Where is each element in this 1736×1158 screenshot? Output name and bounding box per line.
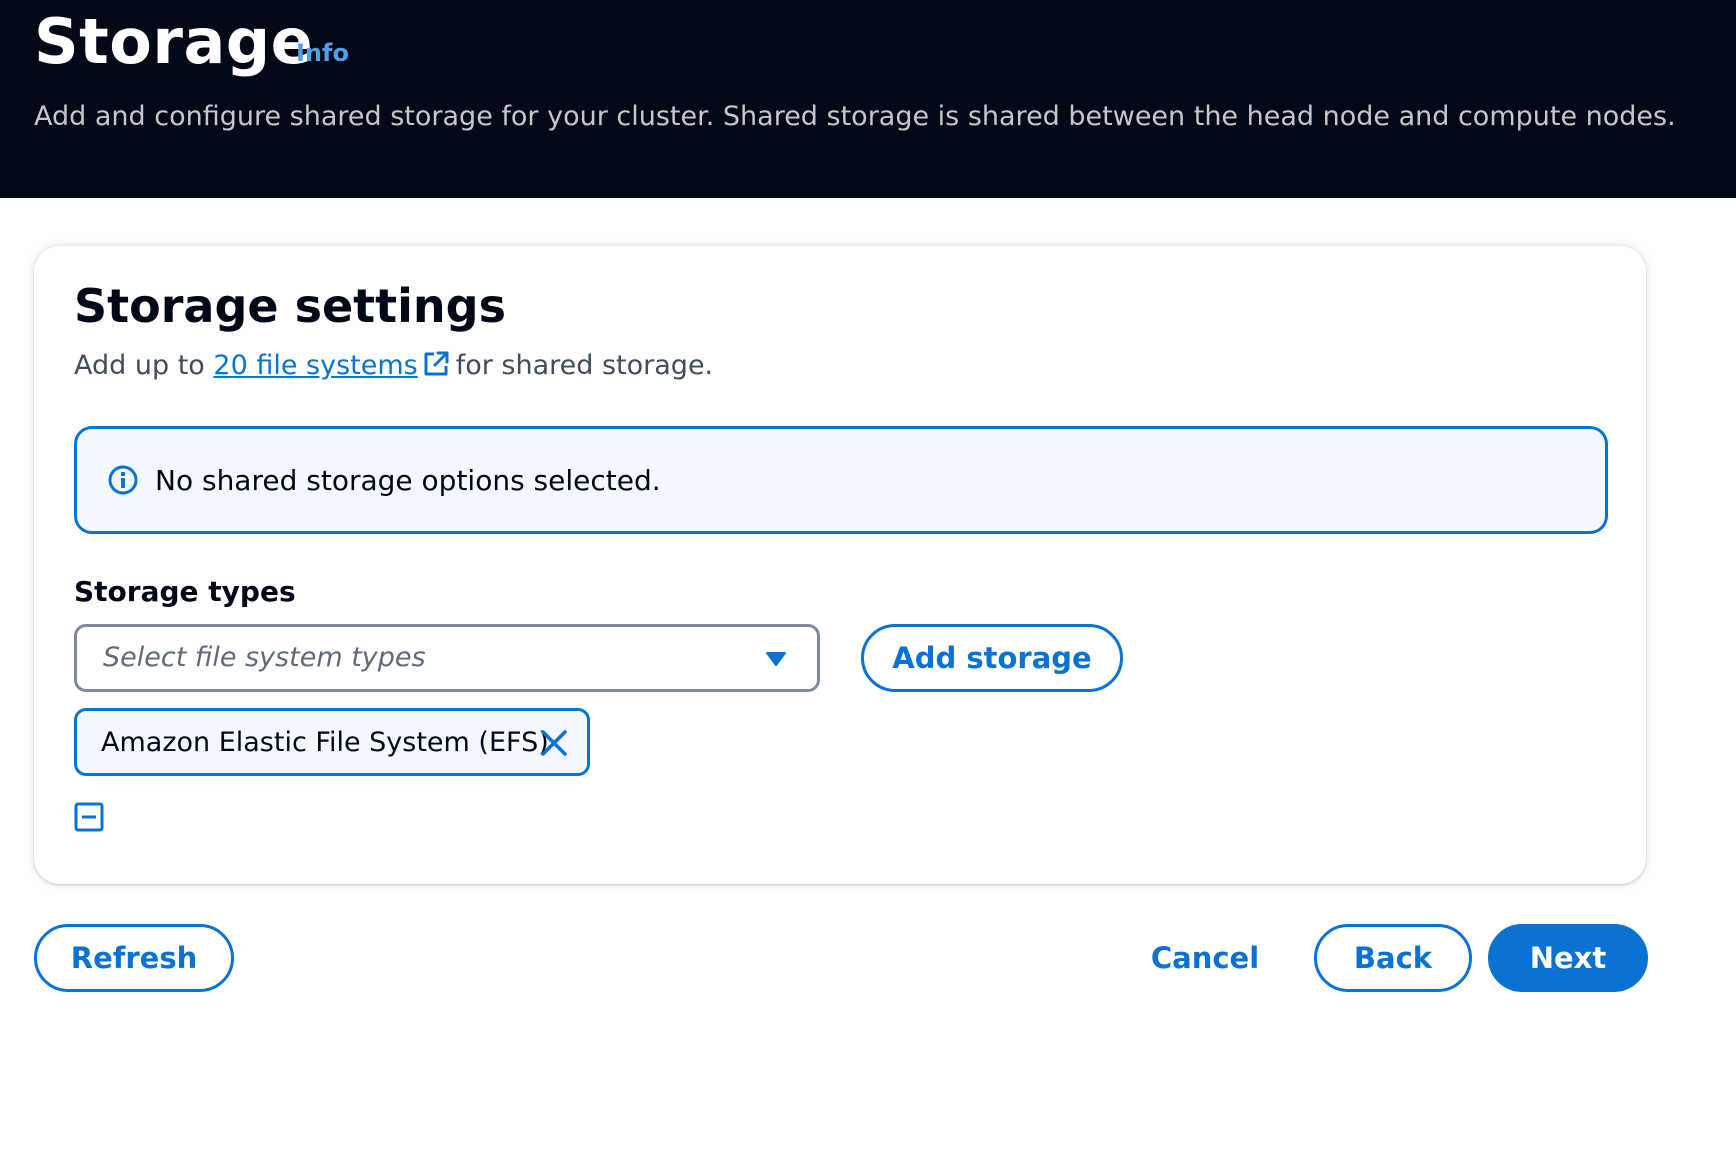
back-button[interactable]: Back [1314,924,1472,992]
card-description-prefix: Add up to [74,350,214,381]
alert-message: No shared storage options selected. [155,464,661,497]
add-storage-button[interactable]: Add storage [861,624,1123,692]
page-header: Storage Info Add and configure shared st… [0,0,1736,198]
storage-types-label: Storage types [74,575,296,608]
storage-type-token: Amazon Elastic File System (EFS) [74,708,590,776]
minus-square-icon[interactable] [74,802,104,836]
info-circle-icon [107,464,139,500]
external-link-icon[interactable] [422,350,450,388]
page-title: Storage [34,5,314,78]
info-link[interactable]: Info [296,38,349,68]
close-icon[interactable] [539,728,569,762]
next-button[interactable]: Next [1488,924,1648,992]
file-system-type-select[interactable]: Select file system types [74,624,820,692]
storage-settings-card: Storage settings Add up to 20 file syste… [34,246,1646,884]
token-label: Amazon Elastic File System (EFS) [101,727,549,758]
select-placeholder: Select file system types [103,642,426,673]
page-description: Add and configure shared storage for you… [34,101,1676,132]
card-description-suffix: for shared storage. [455,350,714,381]
card-description: Add up to 20 file systems for shared stor… [74,348,713,388]
cancel-button[interactable]: Cancel [1140,924,1270,992]
caret-down-icon [765,651,787,671]
no-storage-alert: No shared storage options selected. [74,426,1608,534]
card-title: Storage settings [74,279,506,333]
file-systems-link[interactable]: 20 file systems [213,350,417,381]
refresh-button[interactable]: Refresh [34,924,234,992]
